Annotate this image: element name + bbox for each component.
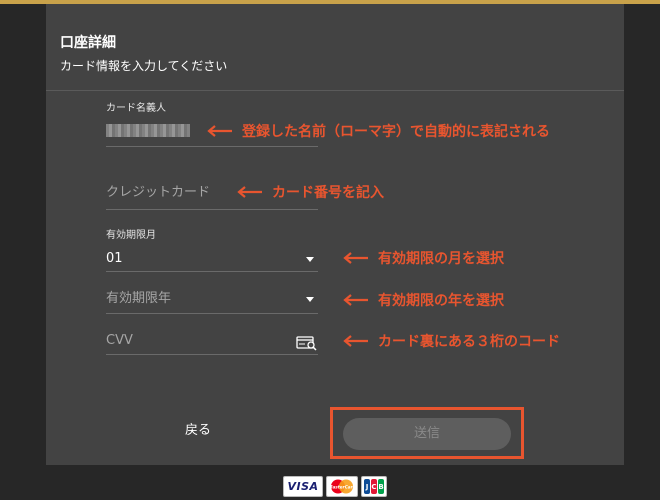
header-divider — [46, 90, 624, 91]
card-brand-logos: VISA MasterCard J C B — [283, 476, 387, 497]
page-subtitle: カード情報を入力してください — [60, 59, 228, 73]
annotation-cardholder: 登録した名前（ローマ字）で自動的に表記される — [206, 121, 550, 141]
page-title: 口座詳細 — [60, 35, 116, 51]
annotation-card-number: カード番号を記入 — [236, 182, 384, 202]
jcb-letter-j: J — [364, 479, 370, 494]
jcb-letter-c: C — [371, 479, 377, 494]
cvv-field[interactable]: CVV — [106, 332, 318, 355]
expiry-month-select[interactable]: 有効期限月 01 — [106, 230, 318, 272]
annotation-expiry-month: 有効期限の月を選択 — [342, 248, 504, 268]
expiry-year-placeholder: 有効期限年 — [106, 291, 172, 306]
expiry-month-underline — [106, 271, 318, 272]
chevron-down-icon — [306, 297, 314, 302]
annotation-cvv: カード裏にある３桁のコード — [342, 331, 560, 351]
arrow-left-icon — [343, 252, 368, 264]
jcb-letter-b: B — [378, 479, 384, 494]
cvv-underline — [106, 354, 318, 355]
card-search-icon[interactable] — [296, 335, 318, 351]
arrow-left-icon — [207, 125, 232, 137]
svg-text:MasterCard: MasterCard — [328, 485, 356, 490]
arrow-left-icon — [237, 186, 262, 198]
annotation-card-number-text: カード番号を記入 — [272, 185, 384, 201]
cardholder-underline — [106, 146, 318, 147]
arrow-left-icon — [343, 335, 368, 347]
cardholder-label: カード名義人 — [106, 103, 166, 114]
panel-header: 口座詳細 カード情報を入力してください — [60, 34, 227, 74]
annotation-cvv-text: カード裏にある３桁のコード — [378, 334, 560, 350]
visa-logo-text: VISA — [287, 480, 319, 493]
expiry-year-select[interactable]: 有効期限年 — [106, 290, 318, 314]
chevron-down-icon — [306, 257, 314, 262]
back-button[interactable]: 戻る — [178, 421, 218, 441]
expiry-year-underline — [106, 313, 318, 314]
visa-logo: VISA — [283, 476, 323, 497]
arrow-left-icon — [343, 294, 368, 306]
send-button[interactable]: 送信 — [343, 418, 511, 450]
cardholder-value-blurred — [106, 124, 190, 137]
jcb-logo: J C B — [361, 476, 387, 497]
mastercard-logo: MasterCard — [326, 476, 358, 497]
expiry-month-label: 有効期限月 — [106, 230, 156, 241]
annotation-expiry-year: 有効期限の年を選択 — [342, 290, 504, 310]
cvv-placeholder: CVV — [106, 333, 133, 348]
annotation-expiry-year-text: 有効期限の年を選択 — [378, 293, 504, 309]
annotation-cardholder-text: 登録した名前（ローマ字）で自動的に表記される — [242, 124, 550, 140]
annotation-expiry-month-text: 有効期限の月を選択 — [378, 251, 504, 267]
expiry-month-value: 01 — [106, 251, 123, 266]
card-number-underline — [106, 209, 318, 210]
mastercard-circles-icon: MasterCard — [328, 479, 357, 494]
